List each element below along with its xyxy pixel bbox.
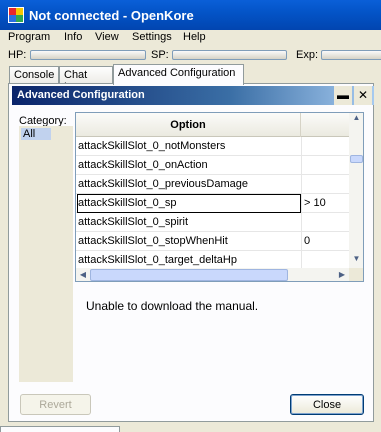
tab-chat-log[interactable]: Chat Log [59,66,113,93]
table-row[interactable]: attackSkillSlot_0_target_deltaHp [76,251,349,268]
grid-header: Option [76,113,349,137]
window-titlebar: Not connected - OpenKore [0,0,381,30]
close-icon: ✕ [357,88,369,102]
option-name: attackSkillSlot_0_spirit [78,216,189,228]
exp-bar [321,50,381,60]
dialog-titlebar: Advanced Configuration ▬ ✕ [12,86,374,105]
menu-info[interactable]: Info [64,31,82,43]
manual-pane: Unable to download the manual. [75,286,364,382]
hp-bar [30,50,146,60]
dialog-title: Advanced Configuration [17,89,145,101]
exp-label: Exp: [296,49,319,61]
category-list[interactable]: All [19,126,73,382]
manual-message: Unable to download the manual. [86,299,259,313]
status-bars: HP: SP: Exp: [0,47,381,63]
menu-settings[interactable]: Settings [132,31,172,43]
table-row-selected[interactable]: attackSkillSlot_0_sp > 10 [76,194,349,213]
scroll-left-icon[interactable]: ◀ [76,268,90,281]
sp-bar [172,50,287,60]
menu-view[interactable]: View [95,31,119,43]
dialog-close-button[interactable]: ✕ [354,86,372,105]
main-tabs: Console Chat Log Advanced Configuration [0,64,381,93]
vertical-scroll-thumb[interactable] [350,155,363,163]
table-row[interactable]: attackSkillSlot_0_onAction [76,156,349,175]
option-name: attackSkillSlot_0_previousDamage [78,178,248,190]
scroll-right-icon[interactable]: ▶ [335,268,349,281]
revert-button[interactable]: Revert [20,394,91,415]
bottom-tab-edge [0,426,120,432]
horizontal-scrollbar[interactable]: ◀ ▶ [76,268,349,281]
menu-bar: Program Info View Settings Help [0,30,381,46]
hp-label: HP: [8,49,27,61]
option-value[interactable]: 0 [304,235,348,247]
option-name: attackSkillSlot_0_onAction [78,159,208,171]
option-name: attackSkillSlot_0_target_deltaHp [78,254,237,266]
option-name: attackSkillSlot_0_sp [78,197,177,209]
option-value[interactable]: > 10 [304,197,348,209]
window-title: Not connected - OpenKore [29,8,194,23]
category-item-all[interactable]: All [21,128,51,140]
table-row[interactable]: attackSkillSlot_0_notMonsters [76,137,349,156]
menu-help[interactable]: Help [183,31,206,43]
table-row[interactable]: attackSkillSlot_0_stopWhenHit 0 [76,232,349,251]
horizontal-scroll-thumb[interactable] [90,269,288,281]
close-button[interactable]: Close [290,394,364,415]
scroll-corner [349,268,363,281]
tab-console[interactable]: Console [9,66,59,84]
value-column-header[interactable] [302,113,349,137]
restore-icon: ▬ [337,88,349,102]
options-grid[interactable]: Option attackSkillSlot_0_notMonsters att… [75,112,364,282]
restore-button[interactable]: ▬ [334,86,352,105]
scroll-down-icon[interactable]: ▼ [349,254,363,268]
vertical-scrollbar[interactable]: ▲ ▼ [349,113,363,268]
menu-program[interactable]: Program [8,31,50,43]
table-row[interactable]: attackSkillSlot_0_previousDamage [76,175,349,194]
openkore-app-icon [8,7,24,23]
option-name: attackSkillSlot_0_stopWhenHit [78,235,228,247]
grid-rows: attackSkillSlot_0_notMonsters attackSkil… [76,137,349,268]
option-column-header[interactable]: Option [76,113,301,137]
table-row[interactable]: attackSkillSlot_0_spirit [76,213,349,232]
option-name: attackSkillSlot_0_notMonsters [78,140,226,152]
scroll-up-icon[interactable]: ▲ [349,113,363,127]
sp-label: SP: [151,49,169,61]
tab-advanced-configuration[interactable]: Advanced Configuration [113,64,244,85]
